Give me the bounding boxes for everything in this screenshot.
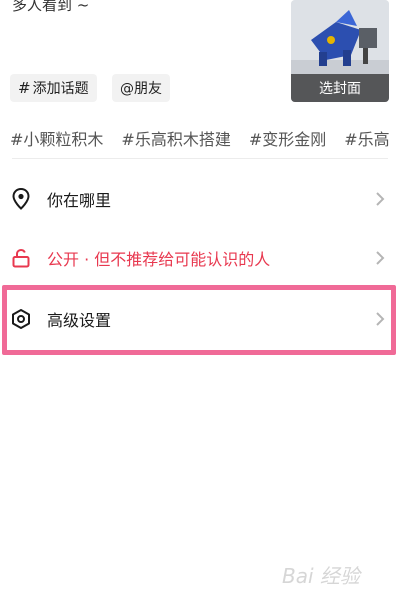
hashtag-suggestion[interactable]: #乐高积木搭建 (121, 126, 230, 154)
highlight-box (2, 285, 396, 355)
divider (12, 158, 388, 159)
chevron-right-icon (376, 251, 385, 265)
hashtag-suggestion[interactable]: #变形金刚 (249, 126, 326, 154)
location-row[interactable]: 你在哪里 (0, 171, 400, 227)
location-label: 你在哪里 (47, 191, 112, 210)
watermark: Bai 经验 (282, 564, 360, 588)
hash-icon: # (18, 79, 31, 97)
chevron-right-icon (376, 192, 385, 206)
add-topic-chip[interactable]: # 添加话题 (10, 74, 97, 102)
unlock-icon (10, 247, 32, 269)
hashtag-suggestions: #小颗粒积木 #乐高积木搭建 #变形金刚 #乐高 (10, 126, 400, 154)
cover-thumbnail[interactable]: 选封面 (291, 0, 389, 102)
caption-text: 多人看到 ~ (12, 0, 90, 14)
hashtag-suggestion[interactable]: #乐高 (344, 126, 389, 154)
privacy-label: 公开 · 但不推荐给可能认识的人 (47, 250, 271, 269)
location-pin-icon (10, 188, 32, 210)
add-topic-label: 添加话题 (32, 81, 89, 97)
mention-friend-chip[interactable]: @朋友 (112, 74, 170, 102)
choose-cover-button[interactable]: 选封面 (291, 74, 389, 102)
hashtag-suggestion[interactable]: #小颗粒积木 (10, 126, 103, 154)
privacy-row[interactable]: 公开 · 但不推荐给可能认识的人 (0, 230, 400, 286)
